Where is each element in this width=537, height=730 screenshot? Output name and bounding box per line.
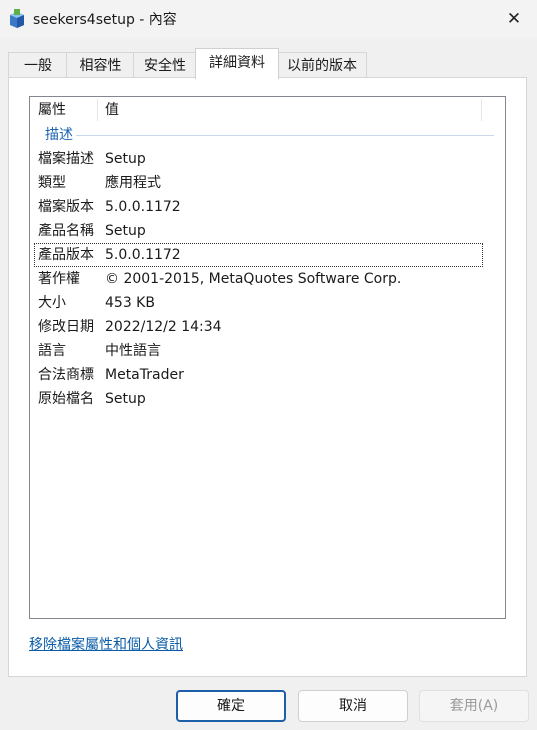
property-name: 合法商標 — [38, 367, 94, 383]
property-value: MetaTrader — [105, 367, 184, 383]
property-name: 修改日期 — [38, 319, 94, 335]
property-value: 453 KB — [105, 295, 155, 311]
list-item[interactable]: 語言 中性語言 — [34, 339, 483, 363]
group-header-description: 描述 — [43, 124, 75, 146]
window-title: seekers4setup - 內容 — [33, 12, 177, 28]
list-item[interactable]: 原始檔名 Setup — [34, 387, 483, 411]
close-button[interactable]: ✕ — [491, 0, 537, 38]
list-item[interactable]: 產品名稱 Setup — [34, 219, 483, 243]
title-bar: seekers4setup - 內容 ✕ — [0, 0, 537, 38]
cancel-button[interactable]: 取消 — [298, 690, 408, 722]
property-value: 應用程式 — [105, 175, 161, 191]
property-name: 產品版本 — [38, 247, 94, 263]
setup-package-icon — [8, 9, 26, 29]
property-name: 檔案版本 — [38, 199, 94, 215]
property-name: 產品名稱 — [38, 223, 94, 239]
list-item[interactable]: 合法商標 MetaTrader — [34, 363, 483, 387]
property-name: 類型 — [38, 175, 66, 191]
tab-strip: 一般 相容性 安全性 詳細資料 以前的版本 — [8, 48, 529, 79]
list-item[interactable]: 修改日期 2022/12/2 14:34 — [34, 315, 483, 339]
property-value: 2022/12/2 14:34 — [105, 319, 222, 335]
list-item[interactable]: 著作權 © 2001-2015, MetaQuotes Software Cor… — [34, 267, 483, 291]
list-item[interactable]: 大小 453 KB — [34, 291, 483, 315]
remove-properties-link[interactable]: 移除檔案屬性和個人資訊 — [29, 634, 183, 654]
list-item-selected[interactable]: 產品版本 5.0.0.1172 — [34, 243, 483, 267]
tab-compatibility[interactable]: 相容性 — [66, 52, 135, 79]
property-value: © 2001-2015, MetaQuotes Software Corp. — [105, 271, 402, 287]
property-name: 原始檔名 — [38, 391, 94, 407]
column-divider[interactable] — [481, 99, 482, 121]
list-item[interactable]: 類型 應用程式 — [34, 171, 483, 195]
property-value: Setup — [105, 151, 146, 167]
property-value: Setup — [105, 391, 146, 407]
column-divider[interactable] — [97, 99, 98, 121]
properties-list[interactable]: 屬性 值 描述 檔案描述 Setup 類型 應用程式 檔案版本 5.0.0.11… — [29, 96, 506, 619]
group-divider — [76, 135, 494, 136]
list-item[interactable]: 檔案描述 Setup — [34, 147, 483, 171]
property-name: 語言 — [38, 343, 66, 359]
property-name: 著作權 — [38, 271, 80, 287]
property-value: 5.0.0.1172 — [105, 247, 181, 263]
tab-general[interactable]: 一般 — [8, 52, 68, 79]
tab-security[interactable]: 安全性 — [133, 52, 197, 79]
tab-details[interactable]: 詳細資料 — [195, 48, 279, 79]
tab-previous-versions[interactable]: 以前的版本 — [277, 52, 367, 79]
close-icon: ✕ — [506, 9, 522, 29]
property-name: 檔案描述 — [38, 151, 94, 167]
property-value: Setup — [105, 223, 146, 239]
ok-button[interactable]: 確定 — [176, 690, 286, 722]
property-name: 大小 — [38, 295, 66, 311]
column-header-value[interactable]: 值 — [105, 97, 119, 124]
list-item[interactable]: 檔案版本 5.0.0.1172 — [34, 195, 483, 219]
column-header-property[interactable]: 屬性 — [38, 97, 66, 124]
property-value: 5.0.0.1172 — [105, 199, 181, 215]
apply-button[interactable]: 套用(A) — [419, 690, 529, 722]
property-value: 中性語言 — [105, 343, 161, 359]
